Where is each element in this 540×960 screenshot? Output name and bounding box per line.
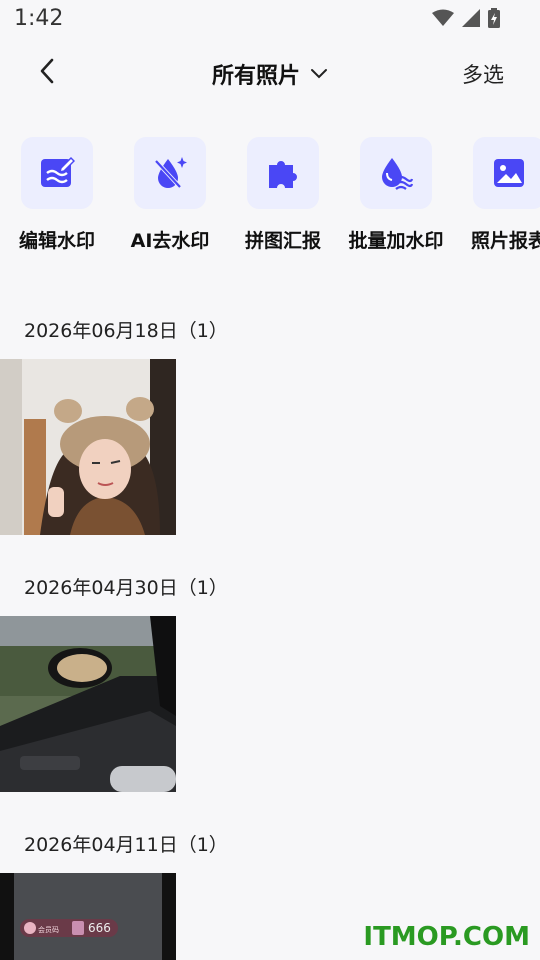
tool-icon-tile (473, 137, 540, 209)
edit-watermark-icon (41, 156, 75, 187)
wifi-icon (432, 9, 454, 31)
ai-remove-watermark-icon (154, 157, 187, 189)
date-group-header: 2026年06月18日（1） (24, 320, 228, 342)
tool-icon-tile (134, 137, 206, 209)
puzzle-icon (269, 161, 297, 188)
tool-label: 照片报表 (470, 230, 540, 252)
status-bar: 1:42 (0, 0, 540, 38)
tool-edit-watermark[interactable]: 编辑水印 (2, 137, 112, 253)
multi-select-button[interactable]: 多选 (462, 59, 504, 89)
date-group-header: 2026年04月11日（1） (24, 834, 228, 856)
tool-batch-watermark[interactable]: 批量加水印 (341, 137, 451, 253)
tool-row: 编辑水印 AI去水印 拼图汇报 批量加水印 照片报表 (0, 137, 540, 257)
tool-icon-tile (21, 137, 93, 209)
batch-watermark-icon (382, 158, 414, 190)
tool-icon-tile (247, 137, 319, 209)
tool-ai-remove-watermark[interactable]: AI去水印 (115, 137, 225, 253)
photo-thumbnail[interactable] (0, 359, 176, 535)
signal-icon (462, 9, 480, 31)
thumbnail-badge-value: 666 (88, 921, 111, 935)
top-bar: 所有照片 多选 (0, 44, 540, 100)
status-icons (432, 8, 500, 32)
page-title: 所有照片 (211, 64, 300, 89)
tool-photo-report[interactable]: 照片报表 (454, 137, 540, 253)
tool-icon-tile (360, 137, 432, 209)
status-time: 1:42 (14, 6, 64, 31)
chevron-down-icon (311, 69, 327, 79)
tool-label: 拼图汇报 (244, 230, 321, 252)
date-group-header: 2026年04月30日（1） (24, 577, 228, 599)
site-watermark: ITMOP.COM (363, 922, 530, 952)
thumbnail-caption: 会员码 (38, 926, 59, 934)
photo-thumbnail[interactable]: 会员码 666 (0, 873, 176, 960)
photo-thumbnail[interactable] (0, 616, 176, 792)
tool-label: AI去水印 (130, 230, 210, 252)
tool-puzzle-report[interactable]: 拼图汇报 (228, 137, 338, 253)
album-selector[interactable]: 所有照片 (0, 58, 540, 90)
battery-icon (488, 8, 500, 32)
tool-label: 编辑水印 (18, 230, 95, 252)
tool-label: 批量加水印 (348, 230, 444, 252)
photo-report-icon (494, 159, 524, 187)
